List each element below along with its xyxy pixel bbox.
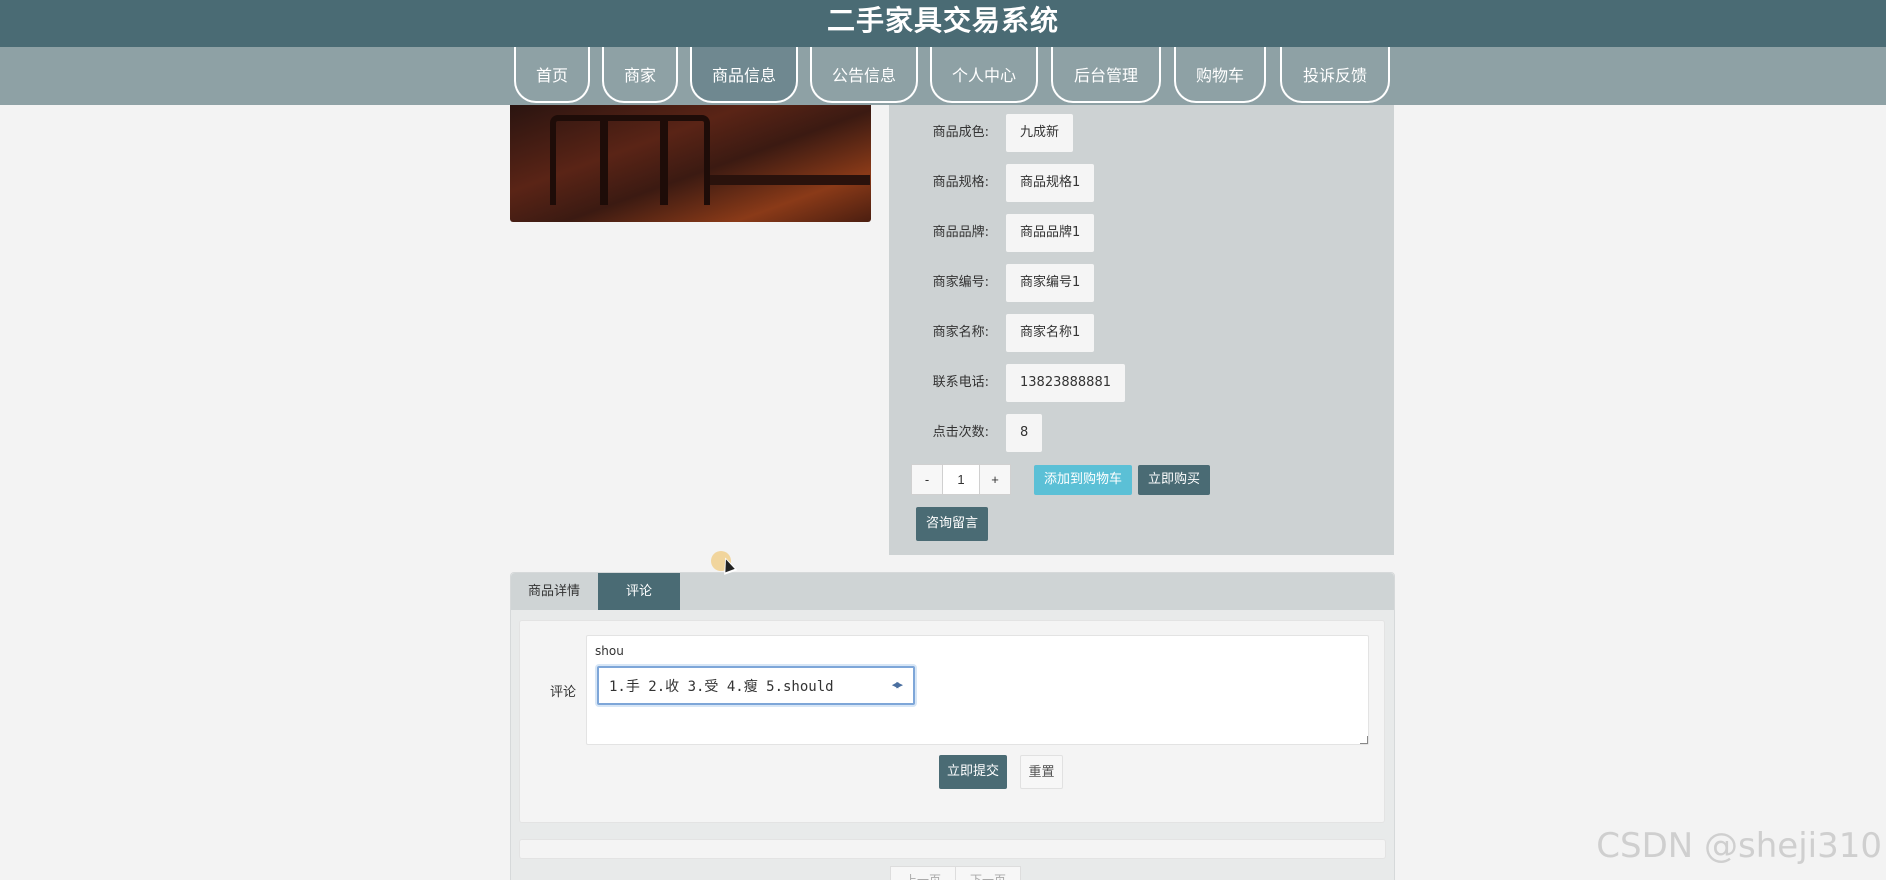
ime-page-arrows-icon[interactable]: ◀▶: [892, 678, 903, 691]
chair-slat: [660, 115, 668, 205]
info-value: 商家名称1: [1006, 314, 1095, 352]
info-row-spec: 商品规格: 商品规格1: [889, 162, 1394, 204]
info-row-brand: 商品品牌: 商品品牌1: [889, 212, 1394, 254]
nav-item-merchants[interactable]: 商家: [602, 47, 678, 103]
table-shape: [710, 175, 870, 185]
comment-list: [519, 839, 1386, 859]
submit-comment-button[interactable]: 立即提交: [939, 755, 1007, 789]
nav-item-profile[interactable]: 个人中心: [930, 47, 1038, 103]
info-value: 九成新: [1006, 114, 1074, 152]
info-label: 商品品牌:: [932, 225, 989, 240]
pagination: 上一页 下一页: [890, 866, 1022, 880]
chair-slat: [600, 115, 608, 205]
tabs-header: 商品详情 评论: [511, 573, 1394, 610]
info-label: 点击次数:: [932, 425, 989, 440]
info-label: 商品规格:: [932, 175, 989, 190]
watermark: CSDN @sheji310: [1596, 826, 1882, 866]
info-label: 商家编号:: [932, 275, 989, 290]
top-header: 二手家具交易系统: [0, 0, 1886, 47]
site-title: 二手家具交易系统: [826, 3, 1059, 37]
tab-comments[interactable]: 评论: [598, 573, 680, 610]
comment-form: 评论 shou: [519, 620, 1385, 823]
ime-candidate-popup[interactable]: 1.手 2.收 3.受 4.瘦 5.should ◀▶: [597, 666, 915, 705]
info-label: 商家名称:: [932, 325, 989, 340]
add-to-cart-button[interactable]: 添加到购物车: [1034, 465, 1133, 495]
nav-item-announcements[interactable]: 公告信息: [810, 47, 918, 103]
consult-message-button[interactable]: 咨询留言: [916, 507, 989, 541]
tab-product-detail[interactable]: 商品详情: [511, 573, 597, 610]
quantity-minus-button[interactable]: -: [912, 465, 942, 494]
chair-shape: [550, 115, 710, 205]
nav-item-admin[interactable]: 后台管理: [1051, 47, 1161, 103]
product-info-panel: 商品成色: 九成新 商品规格: 商品规格1 商品品牌: 商品品牌1 商家编号: …: [889, 105, 1394, 555]
resize-grip-icon[interactable]: [1360, 736, 1368, 744]
quantity-input[interactable]: 1: [942, 465, 980, 494]
next-page-button[interactable]: 下一页: [955, 867, 1020, 880]
info-row-merchant-id: 商家编号: 商家编号1: [889, 262, 1394, 304]
comment-label: 评论: [550, 685, 577, 700]
info-label: 商品成色:: [932, 125, 989, 140]
reset-button[interactable]: 重置: [1020, 755, 1063, 789]
info-value: 13823888881: [1006, 364, 1125, 402]
detail-tabs: 商品详情 评论 评论 shou: [510, 572, 1395, 880]
info-value: 商品品牌1: [1006, 214, 1095, 252]
prev-page-button[interactable]: 上一页: [891, 867, 955, 880]
nav-item-feedback[interactable]: 投诉反馈: [1280, 47, 1390, 103]
info-value: 商品规格1: [1006, 164, 1095, 202]
nav-item-cart[interactable]: 购物车: [1174, 47, 1266, 103]
info-row-clicks: 点击次数: 8: [889, 412, 1394, 454]
nav-item-home[interactable]: 首页: [514, 47, 590, 103]
info-row-merchant-name: 商家名称: 商家名称1: [889, 312, 1394, 354]
info-label: 联系电话:: [932, 375, 989, 390]
info-value: 商家编号1: [1006, 264, 1095, 302]
buy-now-button[interactable]: 立即购买: [1138, 465, 1211, 495]
nav-item-products[interactable]: 商品信息: [690, 47, 798, 103]
info-value: 8: [1006, 414, 1043, 452]
main-nav: 首页 商家 商品信息 公告信息 个人中心 后台管理 购物车 投诉反馈: [0, 47, 1886, 105]
product-image: [510, 105, 871, 222]
quantity-plus-button[interactable]: +: [980, 465, 1010, 494]
info-row-condition: 商品成色: 九成新: [889, 112, 1394, 154]
quantity-stepper: - 1 +: [911, 464, 1011, 495]
ime-candidates[interactable]: 1.手 2.收 3.受 4.瘦 5.should: [609, 676, 834, 696]
info-row-phone: 联系电话: 13823888881: [889, 362, 1394, 404]
